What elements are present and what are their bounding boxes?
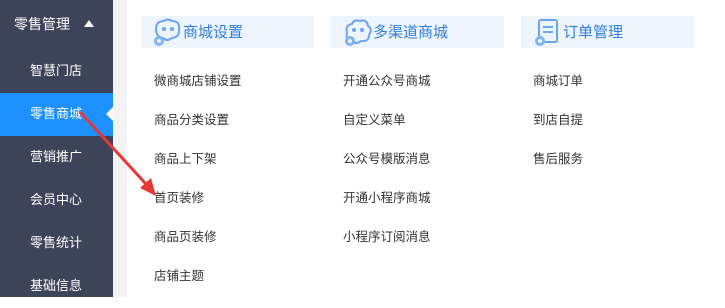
annotation-arrow-icon: [78, 110, 156, 196]
